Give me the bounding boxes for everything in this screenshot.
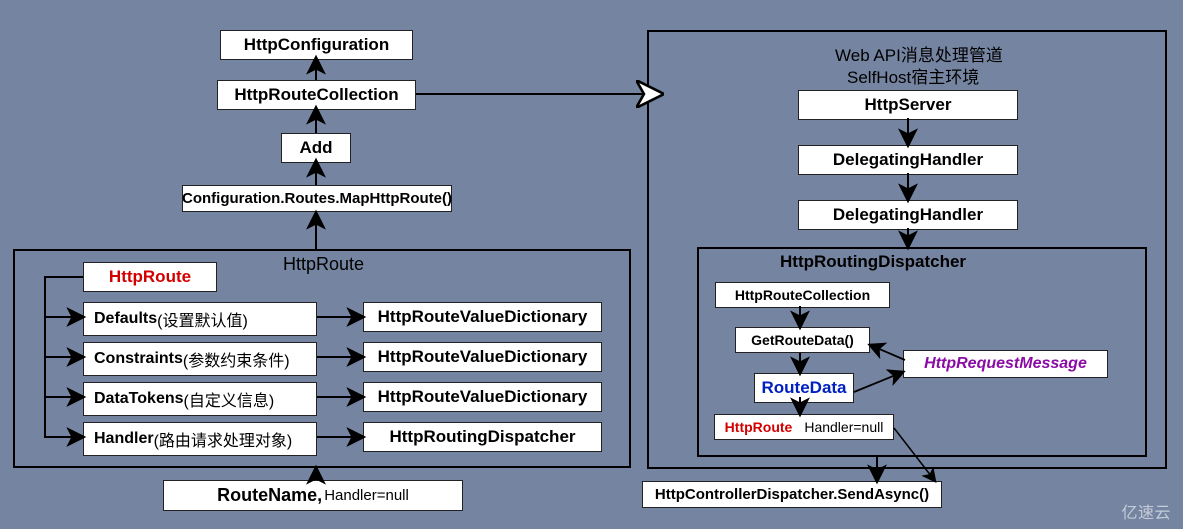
label: GetRouteData()	[751, 332, 854, 348]
dict1-box: HttpRouteValueDictionary	[363, 302, 602, 332]
routingdispatcher-box: HttpRoutingDispatcher	[363, 422, 602, 452]
delegating1-box: DelegatingHandler	[798, 145, 1018, 175]
label: Configuration.Routes.MapHttpRoute()	[182, 190, 452, 207]
httproutecollection-box: HttpRouteCollection	[217, 80, 416, 110]
note: (路由请求处理对象)	[154, 427, 293, 451]
routename-box: RouteName, Handler=null	[163, 480, 463, 511]
dict3-box: HttpRouteValueDictionary	[363, 382, 602, 412]
datatokens-box: DataTokens(自定义信息)	[83, 382, 317, 416]
dispatcher-title: HttpRoutingDispatcher	[780, 252, 966, 272]
right-httproutecollection-box: HttpRouteCollection	[715, 282, 890, 308]
httproute-box: HttpRoute	[83, 262, 217, 292]
label: HttpRouteValueDictionary	[378, 307, 588, 327]
requestmessage-box: HttpRequestMessage	[903, 350, 1108, 378]
label: Add	[299, 138, 332, 158]
label: HttpRoutingDispatcher	[389, 427, 575, 447]
label: HttpRouteCollection	[735, 287, 870, 303]
handler-box: Handler(路由请求处理对象)	[83, 422, 317, 456]
routename-label: RouteName,	[217, 485, 322, 506]
label: HttpRouteCollection	[234, 85, 398, 105]
label: HttpRouteValueDictionary	[378, 347, 588, 367]
label: HttpConfiguration	[244, 35, 389, 55]
label: RouteData	[762, 378, 847, 398]
getroutedata-box: GetRouteData()	[735, 327, 870, 353]
note: (参数约束条件)	[183, 347, 290, 371]
httpconfiguration-box: HttpConfiguration	[220, 30, 413, 60]
handlernull-label: Handler=null	[804, 419, 883, 435]
watermark: 亿速云	[1121, 499, 1171, 523]
defaults-box: Defaults(设置默认值)	[83, 302, 317, 336]
routedata-box: RouteData	[754, 373, 854, 403]
dict2-box: HttpRouteValueDictionary	[363, 342, 602, 372]
label: DelegatingHandler	[833, 205, 983, 225]
label: HttpRoute	[109, 267, 191, 287]
label: Defaults	[94, 310, 157, 328]
note: (设置默认值)	[157, 307, 248, 331]
add-box: Add	[281, 133, 351, 163]
note: (自定义信息)	[184, 387, 275, 411]
httpserver-box: HttpServer	[798, 90, 1018, 120]
right-httproute-box: HttpRoute Handler=null	[714, 414, 894, 440]
delegating2-box: DelegatingHandler	[798, 200, 1018, 230]
controllerdispatcher-box: HttpControllerDispatcher.SendAsync()	[642, 481, 942, 508]
label: DelegatingHandler	[833, 150, 983, 170]
label: Constraints	[94, 350, 183, 368]
constraints-box: Constraints(参数约束条件)	[83, 342, 317, 376]
label: HttpRequestMessage	[924, 355, 1087, 373]
label: HttpControllerDispatcher.SendAsync()	[655, 486, 929, 503]
httproute-frame-title: HttpRoute	[283, 254, 364, 275]
pipeline-title2: SelfHost宿主环境	[847, 63, 979, 88]
label: DataTokens	[94, 390, 184, 408]
httpRoute-label: HttpRoute	[725, 419, 793, 435]
label: Handler	[94, 430, 154, 448]
maphttproute-box: Configuration.Routes.MapHttpRoute()	[182, 185, 452, 212]
label: HttpServer	[865, 95, 952, 115]
handlernull-label: Handler=null	[324, 487, 409, 504]
label: HttpRouteValueDictionary	[378, 387, 588, 407]
